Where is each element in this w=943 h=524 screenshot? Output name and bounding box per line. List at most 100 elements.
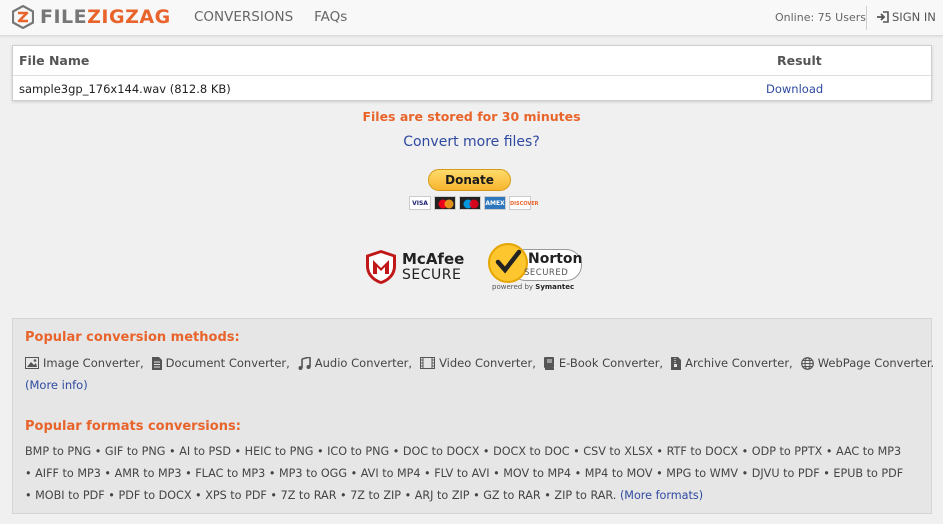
format-link[interactable]: AVI to MP4 [361,467,421,480]
format-link[interactable]: FLV to AVI [434,467,489,480]
site-logo[interactable]: FILEZIGZAG [12,5,171,29]
discover-card-icon: DISCOVER [509,196,539,210]
logo-text-zigzag: ZIGZAG [87,6,171,28]
norton-secured-text: SECURED [524,268,569,278]
book-icon [543,356,554,370]
method-audio-converter[interactable]: Audio Converter, [298,356,412,370]
bullet-separator: • [479,445,494,458]
method-image-converter[interactable]: Image Converter, [25,356,144,370]
bullet-separator: • [420,467,435,480]
powered-by-symantec: powered by Symantec [492,283,575,291]
more-formats-link[interactable]: (More formats) [620,489,703,502]
nav-faqs[interactable]: FAQs [314,9,347,25]
online-users-count: Online: 75 Users [775,11,866,24]
download-link[interactable]: Download [766,82,823,96]
format-link[interactable]: BMP to PNG [25,445,91,458]
bullet-separator: • [181,467,196,480]
music-icon [298,356,311,370]
main-nav: CONVERSIONS FAQs [194,9,347,25]
bullet-separator: • [738,467,752,480]
mcafee-shield-icon [366,250,396,284]
format-link[interactable]: ZIP to RAR. [554,489,616,502]
bullet-separator: • [652,467,667,480]
bullet-separator: • [91,445,105,458]
globe-icon [800,356,814,370]
methods-heading: Popular conversion methods: [25,330,240,345]
method-ebook-converter[interactable]: E-Book Converter, [543,356,663,370]
format-link[interactable]: MP4 to MOV [585,467,653,480]
amex-card-icon: AMEX [484,196,506,210]
conversion-methods-list: Image Converter, Document Converter, Aud… [25,356,942,370]
header-divider [866,6,867,30]
format-link[interactable]: DOCX to DOC [493,445,569,458]
storage-notice: Files are stored for 30 minutes [362,109,581,124]
format-link[interactable]: AMR to MP3 [115,467,182,480]
format-link[interactable]: GZ to RAR [483,489,540,502]
format-link[interactable]: MPG to WMV [666,467,738,480]
popular-conversions-panel: Popular conversion methods: Image Conver… [12,318,934,514]
method-video-converter[interactable]: Video Converter, [420,356,536,370]
format-link[interactable]: 7Z to RAR [281,489,337,502]
bullet-separator: • [100,467,115,480]
format-link[interactable]: RTF to DOCX [667,445,738,458]
mcafee-secure-text: SECURE [402,267,462,283]
format-link[interactable]: AI to PSD [179,445,231,458]
format-link[interactable]: GIF to PNG [105,445,166,458]
format-link[interactable]: DOC to DOCX [403,445,479,458]
format-link[interactable]: AAC to MP3 [836,445,901,458]
bullet-separator: • [347,467,361,480]
mcafee-name: McAfee [402,250,465,268]
formats-heading: Popular formats conversions: [25,419,241,434]
document-icon [151,356,162,370]
bullet-separator: • [191,489,206,502]
bullet-separator: • [266,489,281,502]
zigzag-logo-icon [12,5,34,29]
method-document-converter[interactable]: Document Converter, [151,356,290,370]
convert-more-row: Convert more files? [0,134,943,150]
bullet-separator: • [389,445,403,458]
sign-in-icon [877,11,889,23]
format-link[interactable]: FLAC to MP3 [195,467,265,480]
bullet-separator: • [25,467,36,480]
format-link[interactable]: MOBI to PDF [35,489,105,502]
format-link[interactable]: MP3 to OGG [279,467,347,480]
trust-badges: McAfee SECURE Norton SECURED powered by … [356,236,586,298]
bullet-separator: • [265,467,280,480]
bullet-separator: • [822,445,837,458]
format-link[interactable]: ARJ to ZIP [415,489,470,502]
bullet-separator: • [540,489,555,502]
bullet-separator: • [313,445,328,458]
bullet-separator: • [336,489,351,502]
convert-more-link[interactable]: Convert more files? [403,134,540,150]
format-link[interactable]: CSV to XLSX [583,445,653,458]
method-webpage-converter[interactable]: WebPage Converter. [800,356,934,370]
format-link[interactable]: DJVU to PDF [752,467,820,480]
format-link[interactable]: EPUB to PDF [833,467,903,480]
method-archive-converter[interactable]: Archive Converter, [671,356,793,370]
format-link[interactable]: XPS to PDF [205,489,267,502]
sign-in-button[interactable]: SIGN IN [876,10,936,24]
format-link[interactable]: ICO to PNG [327,445,389,458]
format-link[interactable]: HEIC to PNG [245,445,314,458]
file-name-cell: sample3gp_176x144.wav (812.8 KB) [19,82,231,96]
bullet-separator: • [401,489,415,502]
format-link[interactable]: ODP to PPTX [752,445,823,458]
format-link[interactable]: PDF to DOCX [118,489,191,502]
bullet-separator: • [738,445,752,458]
archive-icon [671,356,682,370]
more-info-row: (More info) [25,378,88,392]
film-icon [420,357,436,369]
logo-text-file: FILE [40,6,88,28]
format-link[interactable]: AIFF to MP3 [35,467,101,480]
converted-files-table: File Name Result sample3gp_176x144.wav (… [12,45,932,101]
bullet-separator: • [569,445,584,458]
donate-button[interactable]: Donate [428,169,511,191]
more-info-link[interactable]: (More info) [25,378,88,392]
top-header: FILEZIGZAG CONVERSIONS FAQs Online: 75 U… [0,0,943,36]
bullet-separator: • [25,489,36,502]
format-link[interactable]: 7Z to ZIP [350,489,401,502]
popular-formats-list: BMP to PNG • GIF to PNG • AI to PSD • HE… [25,441,905,507]
format-link[interactable]: MOV to MP4 [503,467,571,480]
nav-conversions[interactable]: CONVERSIONS [194,9,293,25]
column-result: Result [777,53,822,68]
